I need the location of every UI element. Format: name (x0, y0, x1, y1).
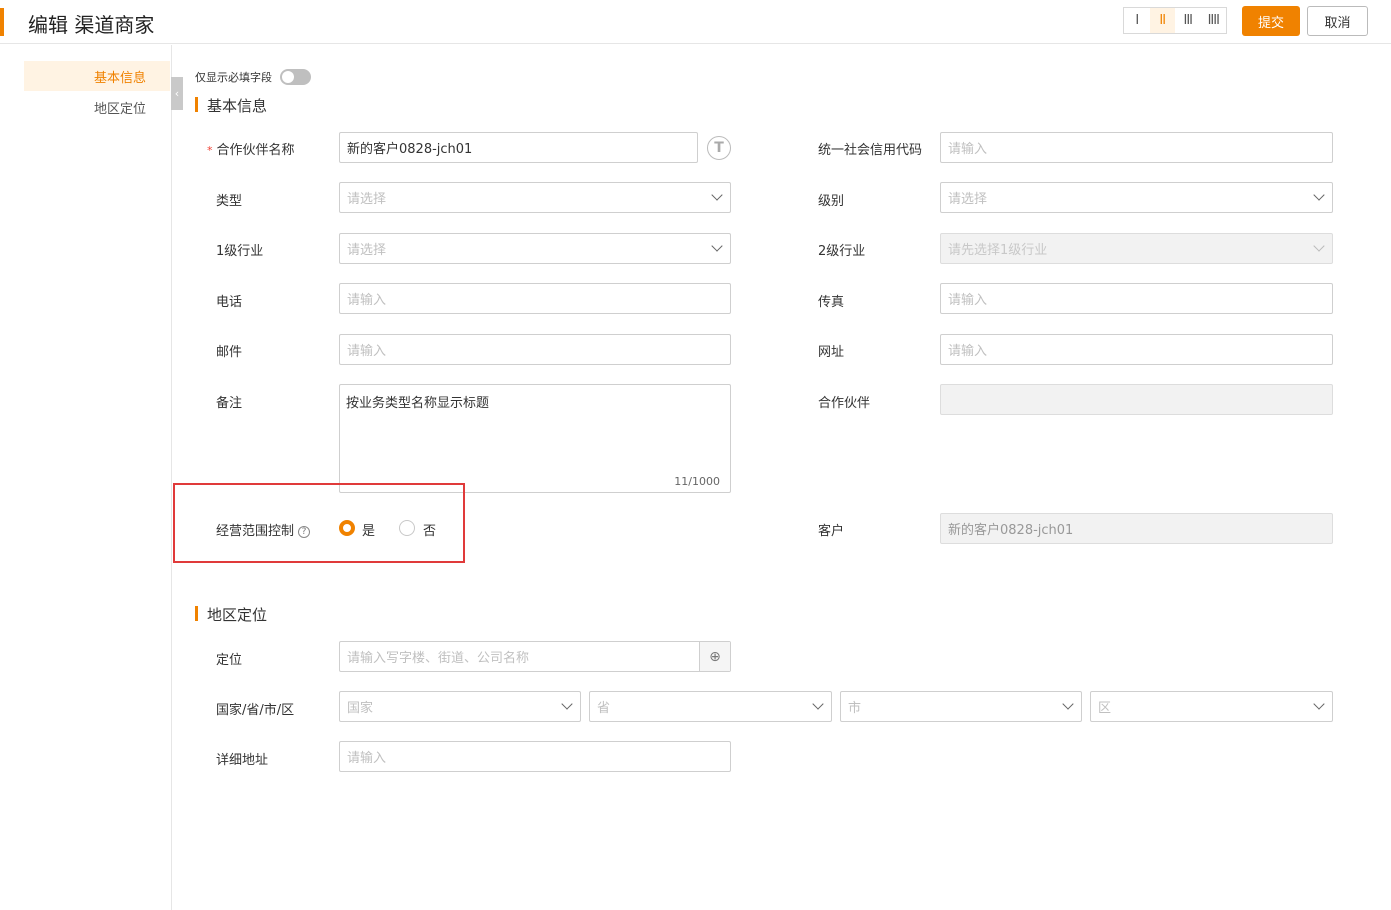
nav-item-region[interactable]: 地区定位 (24, 92, 170, 122)
toggle-knob (282, 71, 294, 83)
type-label: 类型 (216, 194, 243, 209)
website-input[interactable]: 请输入 (940, 334, 1333, 365)
layout-2-column-button[interactable]: II (1149, 8, 1175, 33)
required-asterisk: * (207, 144, 213, 157)
title-accent-bar (0, 8, 4, 36)
locate-input[interactable]: 请输入写字楼、街道、公司名称 ⊕ (339, 641, 731, 672)
fax-input[interactable]: 请输入 (940, 283, 1333, 314)
phone-label: 电话 (216, 295, 243, 310)
layout-3-column-button[interactable]: III (1175, 8, 1201, 33)
char-count: 11/1000 (674, 475, 720, 488)
layout-1-column-button[interactable]: I (1124, 8, 1150, 33)
partner-name-input[interactable]: 新的客户0828-jch01 (339, 132, 698, 163)
address-label: 详细地址 (216, 753, 269, 768)
section-accent-bar (195, 606, 198, 621)
email-label: 邮件 (216, 345, 243, 360)
type-select[interactable]: 请选择 (339, 182, 731, 213)
section-nav (0, 45, 172, 910)
remark-label: 备注 (216, 396, 243, 411)
industry2-label: 2级行业 (818, 244, 866, 259)
submit-button[interactable]: 提交 (1242, 6, 1300, 36)
fax-label: 传真 (818, 295, 845, 310)
globe-icon[interactable]: ⊕ (699, 642, 730, 671)
required-only-label: 仅显示必填字段 (195, 71, 272, 84)
required-only-toggle[interactable] (280, 69, 311, 85)
city-select[interactable]: 市 (840, 691, 1082, 722)
page-header: 编辑 渠道商家 I II III IIII 提交 取消 (0, 0, 1391, 44)
credit-code-input[interactable]: 请输入 (940, 132, 1333, 163)
customer-field: 新的客户0828-jch01 (940, 513, 1333, 544)
scope-no-label[interactable]: 否 (423, 520, 436, 539)
chevron-down-icon (1313, 240, 1325, 252)
chevron-down-icon (711, 240, 723, 252)
credit-code-label: 统一社会信用代码 (818, 143, 923, 158)
address-input[interactable]: 请输入 (339, 741, 731, 772)
nav-item-basic-info[interactable]: 基本信息 (24, 61, 170, 91)
country-select[interactable]: 国家 (339, 691, 581, 722)
scope-yes-radio[interactable] (339, 520, 355, 536)
district-select[interactable]: 区 (1090, 691, 1333, 722)
website-label: 网址 (818, 345, 845, 360)
province-select[interactable]: 省 (589, 691, 832, 722)
area-label: 国家/省/市/区 (216, 703, 295, 718)
chevron-left-icon: ‹ (174, 87, 180, 100)
remark-text: 按业务类型名称显示标题 (346, 396, 490, 411)
help-icon[interactable]: ? (298, 525, 311, 538)
email-input[interactable]: 请输入 (339, 334, 731, 365)
chevron-down-icon (561, 698, 573, 710)
level-label: 级别 (818, 194, 845, 209)
customer-label: 客户 (818, 524, 845, 539)
scope-yes-label[interactable]: 是 (362, 520, 375, 539)
remark-textarea[interactable]: 按业务类型名称显示标题 11/1000 (339, 384, 731, 493)
industry1-select[interactable]: 请选择 (339, 233, 731, 264)
chevron-down-icon (812, 698, 824, 710)
partner-name-label: * 合作伙伴名称 (207, 143, 295, 158)
level-select[interactable]: 请选择 (940, 182, 1333, 213)
locate-label: 定位 (216, 653, 243, 668)
industry2-select: 请先选择1级行业 (940, 233, 1333, 264)
chevron-down-icon (1313, 189, 1325, 201)
region-section-title: 地区定位 (207, 606, 268, 624)
cancel-button[interactable]: 取消 (1307, 6, 1368, 36)
industry1-label: 1级行业 (216, 244, 264, 259)
chevron-down-icon (1313, 698, 1325, 710)
chevron-down-icon (1062, 698, 1074, 710)
partner-label: 合作伙伴 (818, 396, 871, 411)
phone-input[interactable]: 请输入 (339, 283, 731, 314)
page-title: 编辑 渠道商家 (28, 13, 155, 37)
collapse-sidebar-button[interactable]: ‹ (171, 77, 183, 110)
text-format-icon[interactable]: T (707, 136, 731, 160)
column-layout-switch: I II III IIII (1123, 7, 1227, 34)
layout-4-column-button[interactable]: IIII (1201, 8, 1227, 33)
scope-control-label: 经营范围控制? (216, 520, 311, 539)
section-accent-bar (195, 97, 198, 112)
partner-field (940, 384, 1333, 415)
basic-info-section-title: 基本信息 (207, 97, 268, 115)
scope-no-radio[interactable] (399, 520, 415, 536)
chevron-down-icon (711, 189, 723, 201)
